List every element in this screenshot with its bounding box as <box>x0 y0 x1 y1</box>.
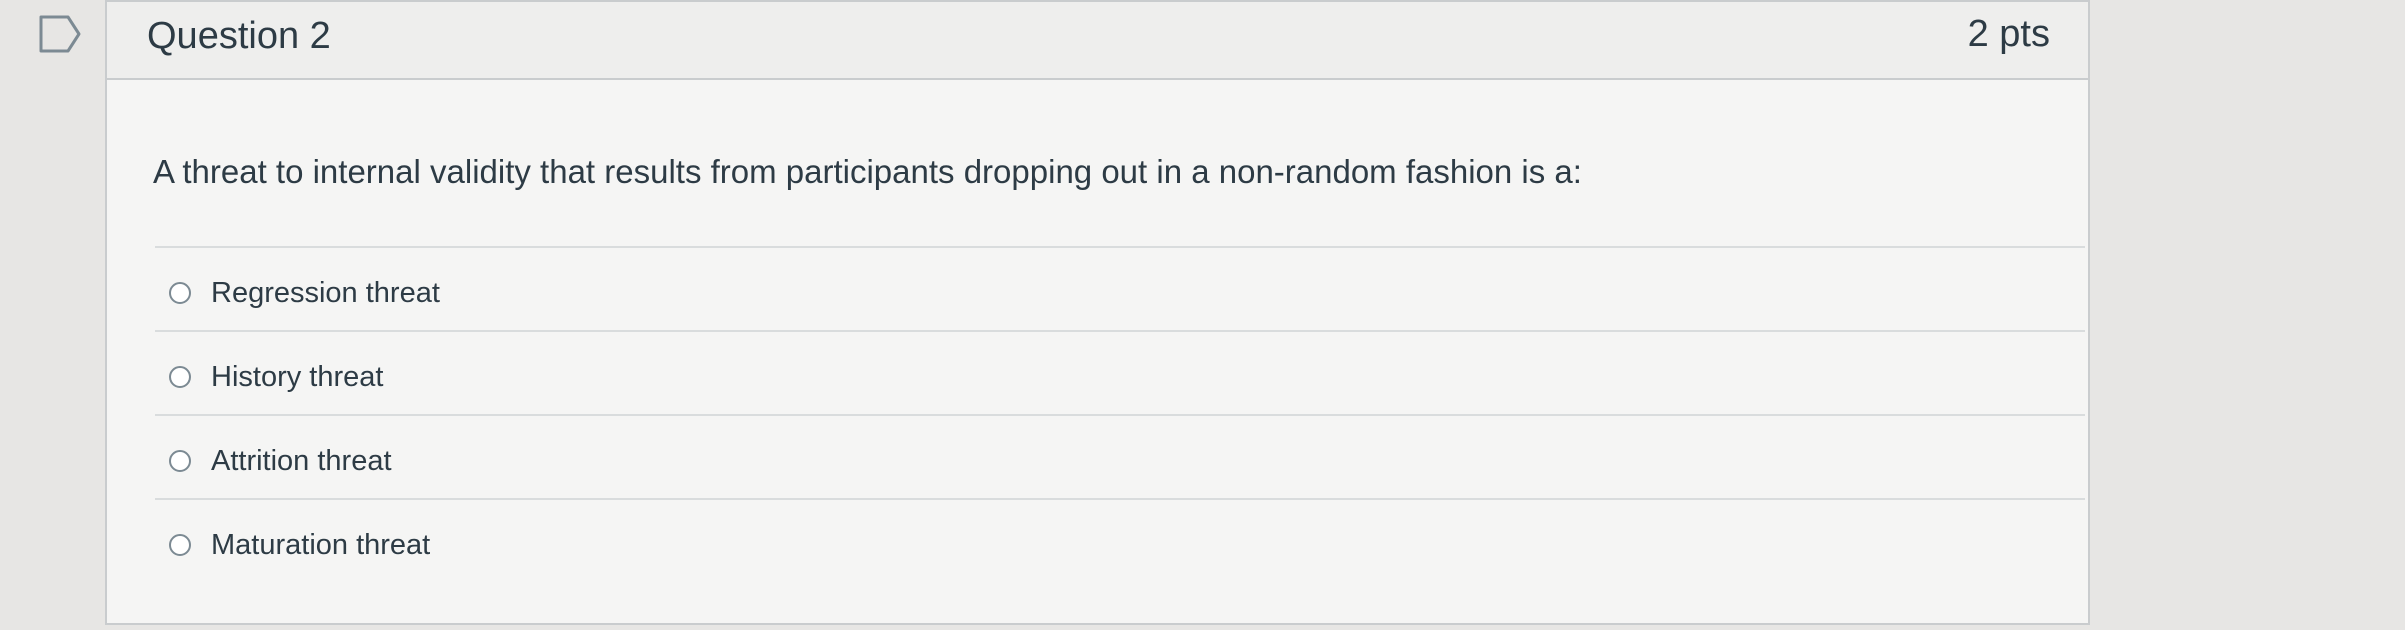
answer-option[interactable]: Regression threat <box>155 246 2085 330</box>
radio-button[interactable] <box>169 534 191 556</box>
radio-button[interactable] <box>169 366 191 388</box>
answer-option[interactable]: Maturation threat <box>155 498 2085 582</box>
answer-label[interactable]: History threat <box>211 358 383 396</box>
flag-icon <box>39 15 81 53</box>
question-card: Question 2 2 pts A threat to internal va… <box>105 0 2090 625</box>
answer-list: Regression threat History threat Attriti… <box>155 246 2085 582</box>
answer-label[interactable]: Maturation threat <box>211 526 430 564</box>
answer-option[interactable]: History threat <box>155 330 2085 414</box>
question-header: Question 2 2 pts <box>107 2 2088 80</box>
answer-label[interactable]: Attrition threat <box>211 442 392 480</box>
question-title: Question 2 <box>147 15 331 57</box>
question-points: 2 pts <box>1967 13 2050 55</box>
radio-button[interactable] <box>169 450 191 472</box>
answer-option[interactable]: Attrition threat <box>155 414 2085 498</box>
radio-button[interactable] <box>169 282 191 304</box>
question-text: A threat to internal validity that resul… <box>153 153 1582 190</box>
answer-label[interactable]: Regression threat <box>211 274 440 312</box>
flag-question-button[interactable] <box>38 14 82 54</box>
